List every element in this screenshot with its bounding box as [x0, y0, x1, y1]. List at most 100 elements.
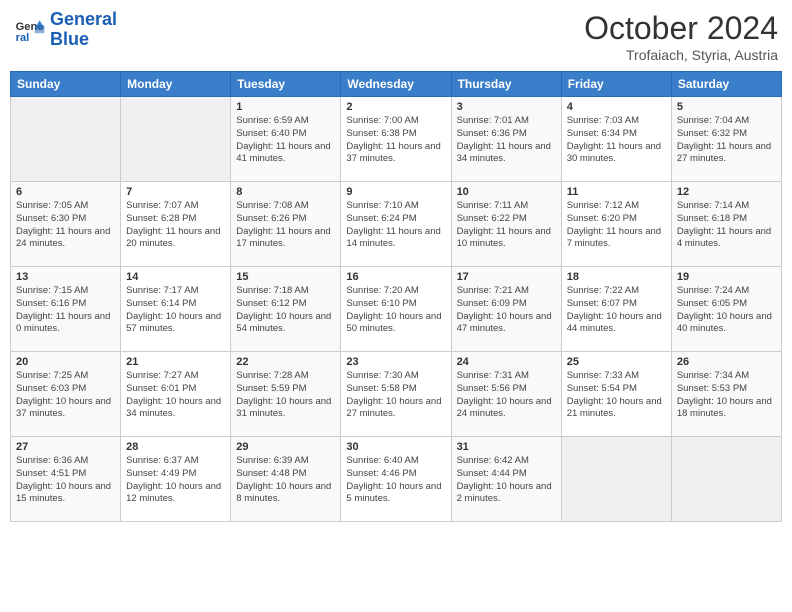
logo: Gene ral General Blue: [14, 10, 117, 50]
calendar-cell: 19 Sunrise: 7:24 AMSunset: 6:05 PMDayligh…: [671, 267, 781, 352]
weekday-header: Thursday: [451, 72, 561, 97]
calendar-cell: 17Sunrise: 7:21 AMSunset: 6:09 PMDayligh…: [451, 267, 561, 352]
calendar-cell: 7 Sunrise: 7:07 AMSunset: 6:28 PMDaylight…: [121, 182, 231, 267]
day-number: 2: [346, 101, 445, 113]
calendar-cell: 21 Sunrise: 7:27 AMSunset: 6:01 PMDayligh…: [121, 352, 231, 437]
day-number: 8: [236, 186, 335, 198]
calendar-cell: 13 Sunrise: 7:15 AMSunset: 6:16 PMDayligh…: [11, 267, 121, 352]
day-info: Sunrise: 7:33 AMSunset: 5:54 PMDaylight:…: [567, 370, 666, 421]
day-number: 15: [236, 271, 335, 283]
day-number: 26: [677, 356, 776, 368]
calendar-table: SundayMondayTuesdayWednesdayThursdayFrid…: [10, 71, 782, 522]
day-number: 11: [567, 186, 666, 198]
logo-line2: Blue: [50, 29, 89, 49]
calendar-cell: 5 Sunrise: 7:04 AMSunset: 6:32 PMDaylight…: [671, 97, 781, 182]
title-block: October 2024 Trofaiach, Styria, Austria: [584, 10, 778, 63]
svg-text:ral: ral: [16, 32, 30, 44]
calendar-cell: 24 Sunrise: 7:31 AMSunset: 5:56 PMDayligh…: [451, 352, 561, 437]
weekday-header-row: SundayMondayTuesdayWednesdayThursdayFrid…: [11, 72, 782, 97]
calendar-week-row: 6 Sunrise: 7:05 AMSunset: 6:30 PMDaylight…: [11, 182, 782, 267]
calendar-cell: 28Sunrise: 6:37 AMSunset: 4:49 PMDayligh…: [121, 437, 231, 522]
day-info: Sunrise: 6:39 AMSunset: 4:48 PMDaylight:…: [236, 455, 335, 506]
day-info: Sunrise: 7:22 AMSunset: 6:07 PMDaylight:…: [567, 285, 666, 336]
day-number: 31: [457, 441, 556, 453]
calendar-cell: 31 Sunrise: 6:42 AMSunset: 4:44 PMDayligh…: [451, 437, 561, 522]
calendar-cell: 10 Sunrise: 7:11 AMSunset: 6:22 PMDayligh…: [451, 182, 561, 267]
day-info: Sunrise: 7:01 AMSunset: 6:36 PMDaylight:…: [457, 115, 556, 166]
calendar-cell: 11Sunrise: 7:12 AMSunset: 6:20 PMDayligh…: [561, 182, 671, 267]
day-info: Sunrise: 7:05 AMSunset: 6:30 PMDaylight:…: [16, 200, 115, 251]
calendar-cell: 14 Sunrise: 7:17 AMSunset: 6:14 PMDayligh…: [121, 267, 231, 352]
day-info: Sunrise: 7:34 AMSunset: 5:53 PMDaylight:…: [677, 370, 776, 421]
day-info: Sunrise: 7:30 AMSunset: 5:58 PMDaylight:…: [346, 370, 445, 421]
page-header: Gene ral General Blue October 2024 Trofa…: [10, 10, 782, 63]
day-info: Sunrise: 7:04 AMSunset: 6:32 PMDaylight:…: [677, 115, 776, 166]
day-info: Sunrise: 7:24 AMSunset: 6:05 PMDaylight:…: [677, 285, 776, 336]
day-number: 7: [126, 186, 225, 198]
day-number: 27: [16, 441, 115, 453]
calendar-cell: [561, 437, 671, 522]
calendar-cell: 12Sunrise: 7:14 AMSunset: 6:18 PMDayligh…: [671, 182, 781, 267]
day-number: 16: [346, 271, 445, 283]
weekday-header: Saturday: [671, 72, 781, 97]
day-info: Sunrise: 7:20 AMSunset: 6:10 PMDaylight:…: [346, 285, 445, 336]
calendar-cell: 8 Sunrise: 7:08 AMSunset: 6:26 PMDaylight…: [231, 182, 341, 267]
logo-line1: General: [50, 9, 117, 29]
weekday-header: Sunday: [11, 72, 121, 97]
day-number: 5: [677, 101, 776, 113]
calendar-cell: 4Sunrise: 7:03 AMSunset: 6:34 PMDaylight…: [561, 97, 671, 182]
calendar-cell: 20Sunrise: 7:25 AMSunset: 6:03 PMDayligh…: [11, 352, 121, 437]
day-info: Sunrise: 6:40 AMSunset: 4:46 PMDaylight:…: [346, 455, 445, 506]
day-info: Sunrise: 6:59 AMSunset: 6:40 PMDaylight:…: [236, 115, 335, 166]
day-info: Sunrise: 7:27 AMSunset: 6:01 PMDaylight:…: [126, 370, 225, 421]
calendar-cell: 9 Sunrise: 7:10 AMSunset: 6:24 PMDaylight…: [341, 182, 451, 267]
day-number: 29: [236, 441, 335, 453]
day-number: 25: [567, 356, 666, 368]
day-number: 21: [126, 356, 225, 368]
day-number: 24: [457, 356, 556, 368]
day-number: 14: [126, 271, 225, 283]
calendar-cell: 30 Sunrise: 6:40 AMSunset: 4:46 PMDayligh…: [341, 437, 451, 522]
day-info: Sunrise: 6:42 AMSunset: 4:44 PMDaylight:…: [457, 455, 556, 506]
calendar-cell: [121, 97, 231, 182]
location-subtitle: Trofaiach, Styria, Austria: [584, 47, 778, 63]
calendar-cell: 22Sunrise: 7:28 AMSunset: 5:59 PMDayligh…: [231, 352, 341, 437]
day-number: 10: [457, 186, 556, 198]
logo-icon: Gene ral: [14, 14, 46, 46]
calendar-cell: 1 Sunrise: 6:59 AMSunset: 6:40 PMDaylight…: [231, 97, 341, 182]
day-info: Sunrise: 7:31 AMSunset: 5:56 PMDaylight:…: [457, 370, 556, 421]
day-number: 18: [567, 271, 666, 283]
calendar-cell: 27Sunrise: 6:36 AMSunset: 4:51 PMDayligh…: [11, 437, 121, 522]
day-info: Sunrise: 7:00 AMSunset: 6:38 PMDaylight:…: [346, 115, 445, 166]
day-number: 30: [346, 441, 445, 453]
day-number: 22: [236, 356, 335, 368]
calendar-cell: 26 Sunrise: 7:34 AMSunset: 5:53 PMDayligh…: [671, 352, 781, 437]
day-number: 17: [457, 271, 556, 283]
weekday-header: Tuesday: [231, 72, 341, 97]
calendar-week-row: 27Sunrise: 6:36 AMSunset: 4:51 PMDayligh…: [11, 437, 782, 522]
day-number: 3: [457, 101, 556, 113]
day-number: 6: [16, 186, 115, 198]
day-info: Sunrise: 7:11 AMSunset: 6:22 PMDaylight:…: [457, 200, 556, 251]
day-info: Sunrise: 7:18 AMSunset: 6:12 PMDaylight:…: [236, 285, 335, 336]
calendar-cell: 6 Sunrise: 7:05 AMSunset: 6:30 PMDaylight…: [11, 182, 121, 267]
weekday-header: Monday: [121, 72, 231, 97]
day-number: 1: [236, 101, 335, 113]
day-info: Sunrise: 7:25 AMSunset: 6:03 PMDaylight:…: [16, 370, 115, 421]
weekday-header: Friday: [561, 72, 671, 97]
day-info: Sunrise: 7:07 AMSunset: 6:28 PMDaylight:…: [126, 200, 225, 251]
day-number: 4: [567, 101, 666, 113]
day-info: Sunrise: 7:10 AMSunset: 6:24 PMDaylight:…: [346, 200, 445, 251]
calendar-week-row: 20Sunrise: 7:25 AMSunset: 6:03 PMDayligh…: [11, 352, 782, 437]
calendar-cell: 18 Sunrise: 7:22 AMSunset: 6:07 PMDayligh…: [561, 267, 671, 352]
day-number: 28: [126, 441, 225, 453]
day-number: 19: [677, 271, 776, 283]
day-info: Sunrise: 7:08 AMSunset: 6:26 PMDaylight:…: [236, 200, 335, 251]
calendar-cell: 25 Sunrise: 7:33 AMSunset: 5:54 PMDayligh…: [561, 352, 671, 437]
day-info: Sunrise: 7:17 AMSunset: 6:14 PMDaylight:…: [126, 285, 225, 336]
day-info: Sunrise: 7:15 AMSunset: 6:16 PMDaylight:…: [16, 285, 115, 336]
logo-text: General Blue: [50, 10, 117, 50]
day-number: 9: [346, 186, 445, 198]
calendar-week-row: 13 Sunrise: 7:15 AMSunset: 6:16 PMDayligh…: [11, 267, 782, 352]
day-number: 13: [16, 271, 115, 283]
